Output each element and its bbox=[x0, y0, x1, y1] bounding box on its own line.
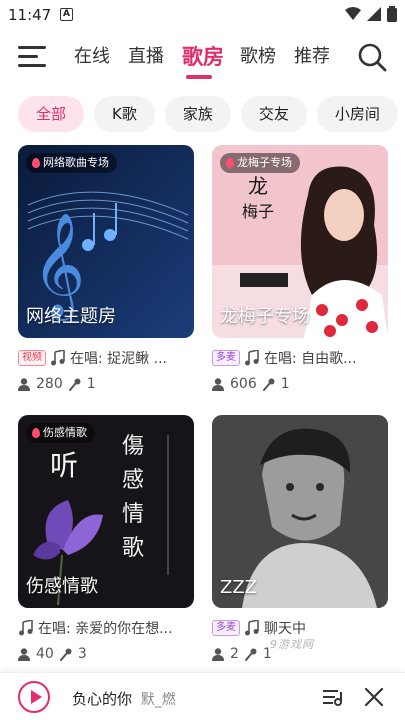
mic-count: 1 bbox=[86, 376, 96, 392]
room-cover[interactable]: 听 傷 感 情 歌 伤感情歌 伤感情歌 bbox=[18, 415, 194, 608]
microphone-icon bbox=[244, 648, 257, 661]
room-stats: 280 1 bbox=[18, 376, 194, 392]
close-icon[interactable] bbox=[363, 686, 385, 708]
chip-karaoke[interactable]: K歌 bbox=[94, 96, 155, 132]
room-cover[interactable]: 龙 梅子 龙梅子专场 龙梅子专场 bbox=[212, 145, 388, 338]
flame-icon bbox=[226, 158, 234, 168]
chip-family[interactable]: 家族 bbox=[164, 96, 231, 132]
svg-text:梅子: 梅子 bbox=[242, 202, 274, 221]
mic-count: 1 bbox=[280, 376, 290, 392]
listener-count: 606 bbox=[230, 376, 257, 392]
top-nav: 在线 直播 歌房 歌榜 推荐 bbox=[0, 30, 405, 90]
song-artist: 默_燃 bbox=[140, 692, 176, 708]
video-badge: 视频 bbox=[18, 350, 46, 366]
svg-text:歌: 歌 bbox=[122, 536, 144, 561]
song-title: 负心的你 bbox=[72, 690, 133, 708]
tab-online[interactable]: 在线 bbox=[74, 42, 128, 72]
svg-text:感: 感 bbox=[122, 468, 144, 493]
now-playing-text: 在唱: 捉泥鳅 ... bbox=[70, 351, 167, 367]
microphone-icon bbox=[262, 378, 275, 391]
now-playing-song[interactable]: 负心的你 默_燃 bbox=[72, 688, 176, 709]
chip-social[interactable]: 交友 bbox=[240, 96, 307, 132]
room-stats: 606 1 bbox=[212, 376, 388, 392]
room-card[interactable]: 听 傷 感 情 歌 伤感情歌 伤感情歌 在唱: 亲爱的你在想... 40 3 bbox=[18, 415, 194, 662]
status-icons bbox=[345, 6, 397, 22]
room-card[interactable]: 𝄞 网络歌曲专场 网络主题房 视频 在唱: 捉泥鳅 ... 280 1 bbox=[18, 145, 194, 392]
music-note-icon bbox=[51, 350, 65, 366]
tab-recommend[interactable]: 推荐 bbox=[294, 42, 348, 72]
person-icon bbox=[18, 377, 30, 391]
now-playing-text: 聊天中 bbox=[264, 621, 306, 637]
room-card[interactable]: 龙 梅子 龙梅子专场 龙梅子专场 多麦 在唱: 自由歌... 606 1 bbox=[212, 145, 388, 392]
room-now-playing: 多麦 聊天中 bbox=[212, 618, 388, 638]
chip-small-room[interactable]: 小房间 bbox=[316, 96, 398, 132]
mini-player[interactable]: 负心的你 默_燃 bbox=[0, 672, 405, 720]
room-title: ZZZ bbox=[220, 577, 257, 598]
room-title: 伤感情歌 bbox=[26, 576, 98, 597]
room-tag: 网络歌曲专场 bbox=[26, 153, 117, 173]
multi-mic-badge: 多麦 bbox=[212, 620, 240, 636]
music-note-icon bbox=[245, 620, 259, 636]
active-tab-indicator bbox=[186, 75, 212, 79]
music-note-icon bbox=[245, 350, 259, 366]
svg-text:情: 情 bbox=[122, 502, 144, 527]
svg-text:听: 听 bbox=[50, 449, 78, 482]
room-tag: 伤感情歌 bbox=[26, 423, 95, 443]
room-now-playing: 视频 在唱: 捉泥鳅 ... bbox=[18, 348, 194, 368]
person-icon bbox=[212, 377, 224, 391]
tab-charts[interactable]: 歌榜 bbox=[240, 42, 294, 72]
listener-count: 280 bbox=[36, 376, 63, 392]
microphone-icon bbox=[68, 378, 81, 391]
playlist-icon[interactable] bbox=[321, 686, 343, 708]
listener-count: 2 bbox=[230, 646, 239, 662]
now-playing-text: 在唱: 亲爱的你在想... bbox=[38, 621, 173, 637]
person-icon bbox=[212, 647, 224, 661]
flame-icon bbox=[32, 158, 40, 168]
room-title: 龙梅子专场 bbox=[220, 306, 310, 327]
room-now-playing: 在唱: 亲爱的你在想... bbox=[18, 618, 194, 638]
status-time: 11:47 bbox=[8, 6, 52, 24]
signal-icon bbox=[367, 7, 381, 21]
svg-text:龙: 龙 bbox=[248, 174, 268, 198]
flame-icon bbox=[32, 428, 40, 438]
search-icon[interactable] bbox=[357, 42, 387, 72]
tab-song-room[interactable]: 歌房 bbox=[182, 42, 240, 72]
room-tag: 龙梅子专场 bbox=[220, 153, 300, 173]
room-cover[interactable]: ZZZ bbox=[212, 415, 388, 608]
room-tag-label: 网络歌曲专场 bbox=[43, 156, 109, 169]
filter-chips: 全部 K歌 家族 交友 小房间 bbox=[18, 96, 398, 132]
room-cover[interactable]: 𝄞 网络歌曲专场 网络主题房 bbox=[18, 145, 194, 338]
tab-live[interactable]: 直播 bbox=[128, 42, 182, 72]
room-tag-label: 伤感情歌 bbox=[43, 426, 87, 439]
listener-count: 40 bbox=[36, 646, 54, 662]
play-button[interactable] bbox=[18, 681, 50, 713]
chip-all[interactable]: 全部 bbox=[18, 96, 85, 132]
room-tag-label: 龙梅子专场 bbox=[237, 156, 292, 169]
category-tabs: 在线 直播 歌房 歌榜 推荐 bbox=[74, 42, 348, 72]
notification-icon: A bbox=[60, 8, 73, 21]
microphone-icon bbox=[59, 648, 72, 661]
room-stats: 40 3 bbox=[18, 646, 194, 662]
status-bar: 11:47 A bbox=[0, 0, 405, 30]
room-title: 网络主题房 bbox=[26, 306, 116, 327]
multi-mic-badge: 多麦 bbox=[212, 350, 240, 366]
music-note-icon bbox=[19, 620, 33, 636]
menu-icon[interactable] bbox=[18, 44, 46, 70]
person-icon bbox=[18, 647, 30, 661]
watermark: 9游戏网 bbox=[270, 638, 314, 651]
wifi-icon bbox=[345, 7, 361, 20]
battery-icon bbox=[387, 6, 397, 22]
mic-count: 3 bbox=[77, 646, 87, 662]
now-playing-text: 在唱: 自由歌... bbox=[264, 351, 357, 367]
svg-text:傷: 傷 bbox=[122, 434, 144, 459]
room-now-playing: 多麦 在唱: 自由歌... bbox=[212, 348, 388, 368]
room-card[interactable]: ZZZ 多麦 聊天中 2 1 bbox=[212, 415, 388, 662]
